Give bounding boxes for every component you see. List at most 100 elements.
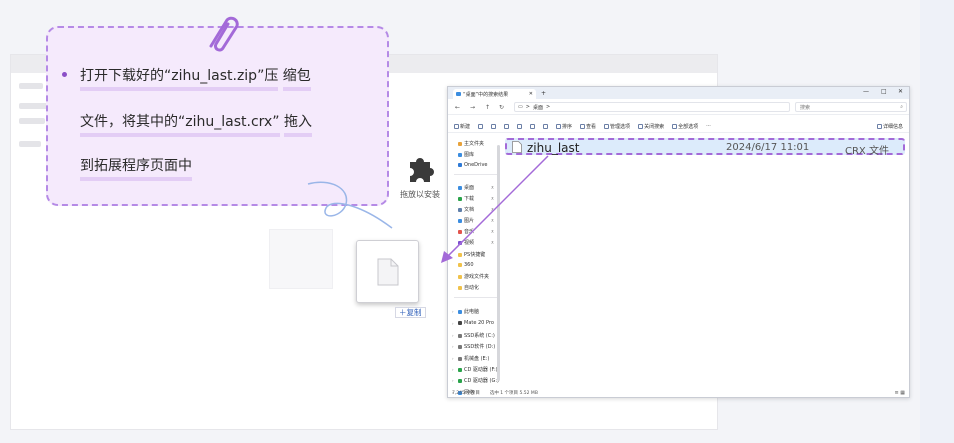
file-explorer-window: “桌面”中的搜索结果 ✕ + — □ ✕ ← → ↑ ↻ ▭ > 桌面 > 搜索… — [447, 86, 910, 398]
ghost-row — [19, 118, 45, 124]
folder-icon — [458, 218, 462, 223]
sort-button[interactable]: 排序 — [556, 123, 572, 130]
nav-separator — [454, 297, 498, 298]
search-icon: ⌕ — [900, 104, 903, 110]
pin-icon[interactable]: ⊼ — [491, 218, 494, 223]
nav-item[interactable]: 游戏文件夹 — [458, 273, 489, 280]
rename-button[interactable] — [517, 123, 523, 129]
nav-item[interactable]: CD 驱动器 (F:) — [458, 366, 498, 373]
nav-item[interactable]: 音乐 — [458, 228, 474, 235]
maximize-button[interactable]: □ — [881, 88, 887, 95]
nav-scrollbar[interactable] — [497, 145, 500, 381]
nav-item-label: 图库 — [464, 152, 475, 158]
folder-icon — [458, 285, 462, 290]
close-window-button[interactable]: ✕ — [898, 88, 903, 95]
select-all-button[interactable]: 全部选项 — [672, 123, 698, 130]
nav-item[interactable]: 下载 — [458, 195, 474, 202]
close-search-button[interactable]: 关闭搜索 — [638, 123, 664, 130]
nav-item-label: 音乐 — [464, 229, 475, 235]
item-count: 7,245 个项目 — [452, 391, 480, 396]
file-list: zihu_last 2024/6/17 11:01 CRX 文件 — [501, 134, 909, 389]
selection-info: 选中 1 个项目 5.52 MB — [489, 391, 538, 396]
nav-item[interactable]: 图库 — [458, 151, 474, 158]
chevron-right-icon[interactable]: › — [452, 321, 454, 326]
file-icon — [512, 141, 522, 153]
folder-icon — [458, 185, 462, 190]
nav-item[interactable]: CD 驱动器 (G:) — [458, 377, 499, 384]
chevron-right-icon[interactable]: › — [452, 378, 454, 383]
page-edge-strip — [920, 0, 954, 443]
pin-icon[interactable]: ⊼ — [491, 196, 494, 201]
chevron-right-icon[interactable]: › — [452, 333, 454, 338]
dragged-file-card[interactable] — [356, 240, 419, 303]
copy-button[interactable] — [491, 123, 497, 129]
nav-item[interactable]: SSD系统 (C:) — [458, 332, 495, 339]
file-icon — [377, 258, 399, 286]
pin-icon[interactable]: ⊼ — [491, 229, 494, 234]
chevron-right-icon[interactable]: › — [452, 356, 454, 361]
pin-icon[interactable]: ⊼ — [491, 240, 494, 245]
address-bar-row: ← → ↑ ↻ ▭ > 桌面 > 搜索 ⌕ — [448, 99, 909, 115]
delete-button[interactable] — [543, 123, 549, 129]
nav-item[interactable]: 主文件夹 — [458, 140, 484, 147]
pin-icon[interactable]: ⊼ — [491, 185, 494, 190]
close-icon — [638, 123, 644, 129]
nav-item[interactable]: 文档 — [458, 206, 474, 213]
nav-item-label: SSD软件 (D:) — [464, 344, 496, 350]
folder-icon — [458, 252, 462, 257]
nav-item-label: 文档 — [464, 207, 475, 213]
view-button[interactable]: 查看 — [580, 123, 596, 130]
folder-icon — [458, 274, 462, 279]
explorer-tab[interactable]: “桌面”中的搜索结果 ✕ — [453, 89, 536, 99]
folder-icon — [458, 152, 462, 157]
nav-item-label: 主文件夹 — [464, 141, 485, 147]
manage-button[interactable]: 管理选项 — [604, 123, 630, 130]
paste-button[interactable] — [504, 123, 510, 129]
folder-icon — [458, 229, 462, 234]
ghost-row — [19, 141, 41, 147]
forward-button[interactable]: → — [470, 104, 475, 111]
nav-item[interactable]: 机械盘 (E:) — [458, 355, 489, 362]
nav-item[interactable]: 视频 — [458, 239, 474, 246]
paperclip-icon — [209, 16, 239, 52]
nav-item[interactable]: SSD软件 (D:) — [458, 343, 495, 350]
nav-item-label: PS快捷键 — [464, 252, 486, 258]
breadcrumb-desktop[interactable]: 桌面 — [533, 104, 543, 111]
pin-icon[interactable]: ⊼ — [491, 207, 494, 212]
folder-icon — [458, 141, 462, 146]
details-button[interactable]: 详细信息 — [876, 123, 903, 130]
search-input[interactable]: 搜索 ⌕ — [795, 102, 907, 112]
chevron-right-icon[interactable]: › — [452, 367, 454, 372]
new-tab-button[interactable]: + — [541, 90, 546, 97]
nav-item[interactable]: 360 — [458, 262, 474, 268]
more-button[interactable]: ··· — [706, 123, 711, 129]
share-button[interactable] — [530, 123, 536, 129]
new-button[interactable]: 新建 — [454, 123, 470, 130]
explorer-toolbar: 新建 排序 查看 管理选项 关闭搜索 全部选项 ··· 详细信息 — [448, 120, 909, 133]
nav-item[interactable]: 桌面 — [458, 184, 474, 191]
nav-item[interactable]: PS快捷键 — [458, 251, 485, 258]
chevron-right-icon[interactable]: › — [452, 309, 454, 314]
breadcrumb[interactable]: ▭ > 桌面 > — [514, 102, 790, 112]
minimize-button[interactable]: — — [863, 88, 869, 95]
back-button[interactable]: ← — [455, 104, 460, 111]
folder-icon — [458, 240, 462, 245]
folder-icon — [456, 92, 461, 96]
nav-item[interactable]: Mate 20 Pro — [458, 320, 494, 326]
close-tab-icon[interactable]: ✕ — [529, 91, 533, 97]
nav-item[interactable]: 此电脑 — [458, 308, 479, 315]
nav-item-label: Mate 20 Pro — [464, 320, 494, 326]
file-row-selected[interactable]: zihu_last 2024/6/17 11:01 CRX 文件 — [505, 138, 905, 157]
nav-item[interactable]: 图片 — [458, 217, 474, 224]
nav-item[interactable]: 自动化 — [458, 284, 479, 291]
copy-badge: ＋复制 — [395, 307, 426, 318]
share-icon — [530, 123, 536, 129]
chevron-right-icon[interactable]: › — [452, 344, 454, 349]
nav-item-label: CD 驱动器 (G:) — [464, 378, 499, 384]
refresh-button[interactable]: ↻ — [499, 104, 504, 111]
cut-button[interactable] — [478, 123, 484, 129]
up-button[interactable]: ↑ — [485, 104, 490, 111]
nav-item-label: 自动化 — [464, 285, 480, 291]
view-toggle[interactable]: ≡ ▦ — [894, 390, 905, 396]
nav-item[interactable]: OneDrive — [458, 162, 488, 168]
